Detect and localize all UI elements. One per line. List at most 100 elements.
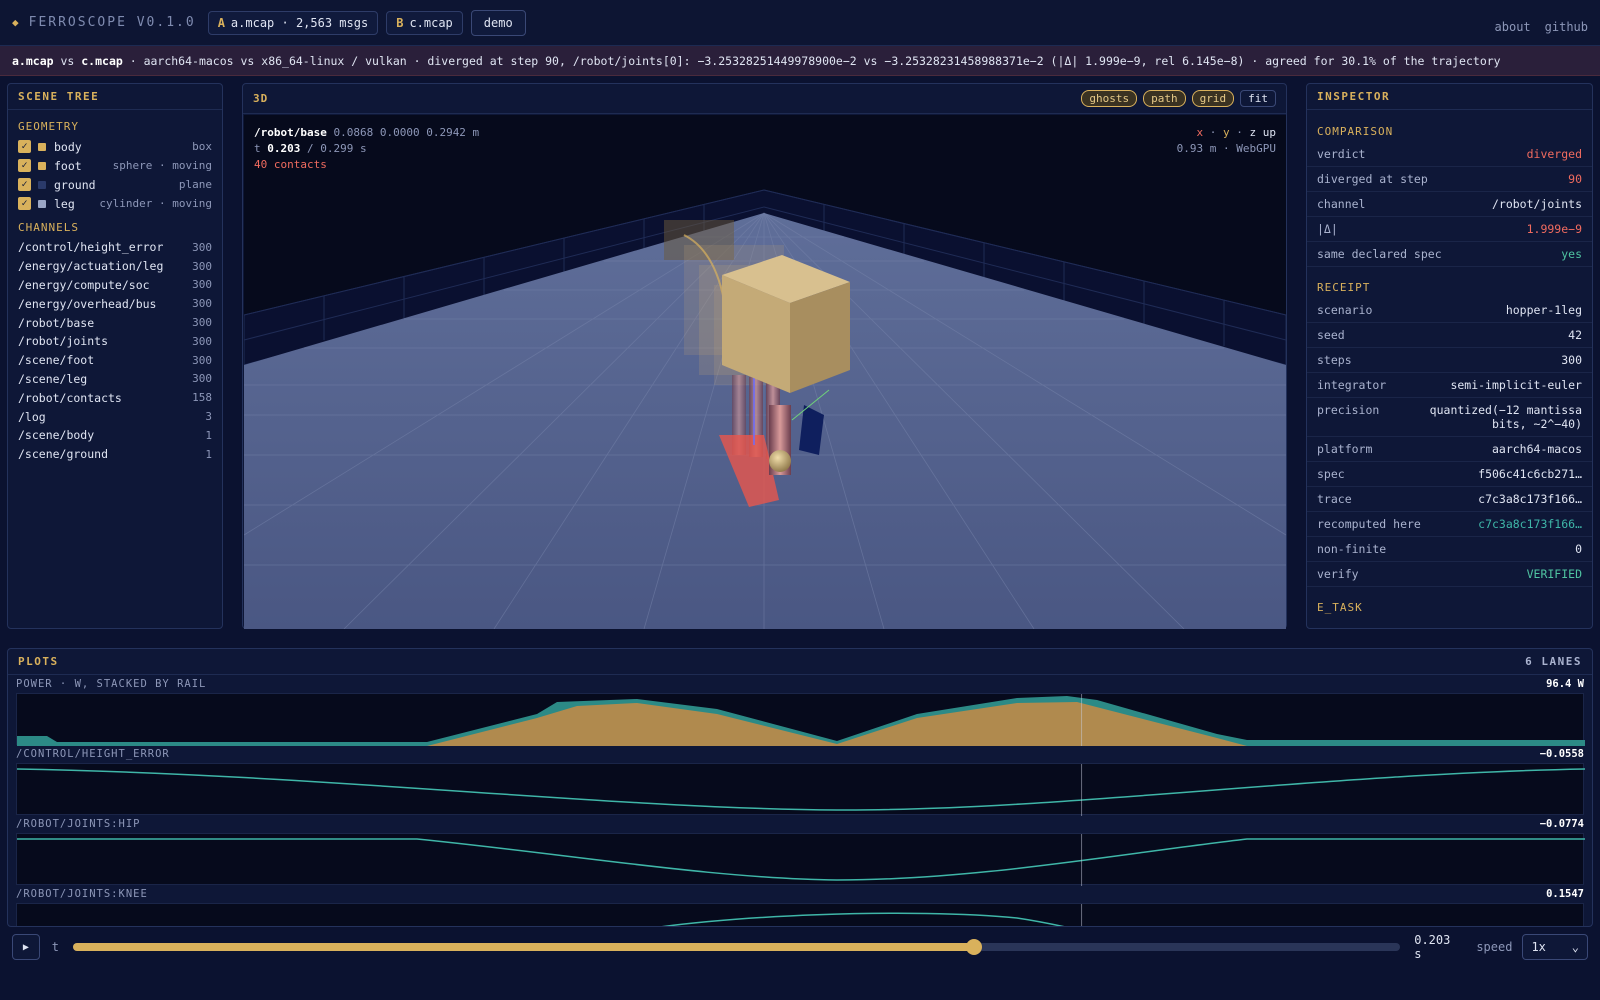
lane-power-header: POWER · W, STACKED BY RAIL 96.4 W: [8, 675, 1592, 693]
color-swatch: [38, 142, 46, 151]
scrubber-fill: [72, 943, 975, 951]
file-a-label: a.mcap · 2,563 msgs: [230, 15, 369, 30]
comparison-title: COMPARISON: [1317, 125, 1394, 138]
checkbox[interactable]: ✓: [18, 178, 31, 191]
channel-count: 300: [192, 278, 212, 292]
lane-power-title: POWER · W, STACKED BY RAIL: [16, 678, 207, 690]
inspector-key: non-finite: [1317, 542, 1387, 556]
lane-power[interactable]: [16, 693, 1585, 746]
hud-base-values: 0.0868 0.0000 0.2942 m: [326, 126, 480, 139]
file-b-pill[interactable]: B c.mcap: [386, 10, 463, 35]
channel-name: /energy/overhead/bus: [18, 296, 157, 311]
inspector-value: 42: [1568, 328, 1582, 342]
inspector-row: diverged at step 90: [1307, 167, 1592, 192]
lane-height-title: /CONTROL/HEIGHT_ERROR: [16, 748, 170, 760]
channel-name: /robot/contacts: [18, 390, 122, 405]
lane-height-value: −0.0558: [1539, 748, 1584, 760]
lane-height-header: /CONTROL/HEIGHT_ERROR −0.0558: [8, 745, 1592, 763]
inspector-key: verdict: [1317, 147, 1366, 161]
inspector-value: quantized(−12 mantissa bits, ~2^−40): [1429, 403, 1582, 431]
channel-count: 300: [192, 297, 212, 311]
channel-name: /energy/actuation/leg: [18, 259, 164, 274]
path-toggle[interactable]: path: [1143, 90, 1186, 107]
inspector-row: spec f506c41c6cb271…: [1307, 462, 1592, 487]
divergence-banner: a.mcap vs c.mcap · aarch64-macos vs x86_…: [0, 46, 1600, 76]
channel-item[interactable]: /scene/ground 1: [8, 445, 222, 464]
channel-name: /control/height_error: [18, 240, 164, 255]
channel-item[interactable]: /robot/joints 300: [8, 332, 222, 351]
geometry-item-body[interactable]: ✓ body box: [8, 137, 222, 156]
banner-file-b: c.mcap: [81, 53, 123, 68]
channel-item[interactable]: /scene/body 1: [8, 426, 222, 445]
channel-item[interactable]: /log 3: [8, 407, 222, 426]
inspector-row: precision quantized(−12 mantissa bits, ~2…: [1307, 398, 1592, 437]
demo-button[interactable]: demo: [470, 9, 526, 36]
etask-title: E_TASK: [1317, 601, 1363, 614]
channel-item[interactable]: /robot/base 300: [8, 313, 222, 332]
hud-t-value: 0.203: [267, 142, 301, 155]
inspector-value: VERIFIED: [1526, 567, 1582, 581]
channels-title: CHANNELS: [18, 221, 79, 234]
github-link[interactable]: github: [1545, 20, 1588, 34]
hip-plot: [17, 834, 1585, 886]
grid-toggle[interactable]: grid: [1191, 90, 1235, 107]
hud-left: /robot/base 0.0868 0.0000 0.2942 m t 0.2…: [254, 125, 479, 173]
speed-value: 1x: [1531, 940, 1546, 954]
inspector-row: non-finite 0: [1307, 537, 1592, 562]
channel-item[interactable]: /control/height_error 300: [8, 238, 222, 257]
about-link[interactable]: about: [1495, 20, 1531, 34]
comparison-list: verdict diverged diverged at step 90 channel…: [1307, 142, 1592, 267]
hud-t-label: t: [254, 142, 268, 155]
inspector-body[interactable]: COMPARISON verdict diverged diverged at st…: [1307, 111, 1592, 628]
geometry-meta: sphere · moving: [112, 159, 212, 172]
geometry-name: ground: [54, 177, 96, 192]
inspector-key: same declared spec: [1317, 247, 1442, 261]
time-value: 0.203 s: [1414, 933, 1451, 961]
channel-item[interactable]: /scene/foot 300: [8, 351, 222, 370]
lane-height-error[interactable]: [16, 763, 1586, 816]
lane-knee[interactable]: [16, 903, 1584, 926]
top-links: about github: [1495, 20, 1588, 34]
time-scrubber[interactable]: [72, 939, 1401, 955]
play-button[interactable]: ▶: [12, 934, 40, 960]
fit-button[interactable]: fit: [1240, 90, 1276, 107]
hud-t-total: / 0.299 s: [300, 142, 367, 155]
speed-select[interactable]: 1x ⌄: [1522, 934, 1588, 960]
3d-canvas[interactable]: /robot/base 0.0868 0.0000 0.2942 m t 0.2…: [244, 115, 1286, 629]
time-label: t: [51, 940, 59, 954]
channel-count: 300: [192, 353, 212, 367]
geometry-item-foot[interactable]: ✓ foot sphere · moving: [8, 156, 222, 175]
channel-item[interactable]: /robot/contacts 158: [8, 388, 222, 407]
channel-item[interactable]: /energy/overhead/bus 300: [8, 294, 222, 313]
top-bar: ◆ FERROSCOPE V0.1.0 A a.mcap · 2,563 msg…: [0, 0, 1600, 46]
scene-tree-title: SCENE TREE: [8, 84, 222, 110]
channel-item[interactable]: /scene/leg 300: [8, 370, 222, 389]
geometry-title: GEOMETRY: [18, 120, 79, 133]
channel-count: 300: [192, 334, 212, 348]
inspector-title: INSPECTOR: [1307, 84, 1592, 110]
inspector-row: verify VERIFIED: [1307, 562, 1592, 587]
height-error-plot: [16, 764, 1586, 816]
checkbox[interactable]: ✓: [18, 159, 31, 172]
banner-file-a: a.mcap: [12, 53, 54, 68]
hud-right: x · y · z up 0.93 m · WebGPU: [1177, 125, 1276, 157]
geometry-item-leg[interactable]: ✓ leg cylinder · moving: [8, 194, 222, 213]
ghosts-toggle[interactable]: ghosts: [1081, 90, 1138, 107]
file-a-pill[interactable]: A a.mcap · 2,563 msgs: [207, 10, 379, 35]
inspector-value: 90: [1568, 172, 1582, 186]
inspector-row: verdict diverged: [1307, 142, 1592, 167]
inspector-value: 300: [1561, 353, 1582, 367]
plots-title: PLOTS: [18, 655, 59, 668]
lane-hip[interactable]: [16, 833, 1585, 886]
checkbox[interactable]: ✓: [18, 197, 31, 210]
receipt-title: RECEIPT: [1317, 281, 1371, 294]
geometry-item-ground[interactable]: ✓ ground plane: [8, 175, 222, 194]
scrubber-handle[interactable]: [966, 939, 983, 955]
channel-item[interactable]: /energy/compute/soc 300: [8, 276, 222, 295]
inspector-key: integrator: [1317, 378, 1387, 392]
inspector-row: |Δ| 1.999e−9: [1307, 217, 1592, 242]
channel-item[interactable]: /energy/actuation/leg 300: [8, 257, 222, 276]
app-name: FERROSCOPE V0.1.0: [28, 15, 196, 30]
checkbox[interactable]: ✓: [18, 140, 31, 153]
banner-text: · aarch64-macos vs x86_64-linux / vulkan…: [122, 53, 1501, 68]
